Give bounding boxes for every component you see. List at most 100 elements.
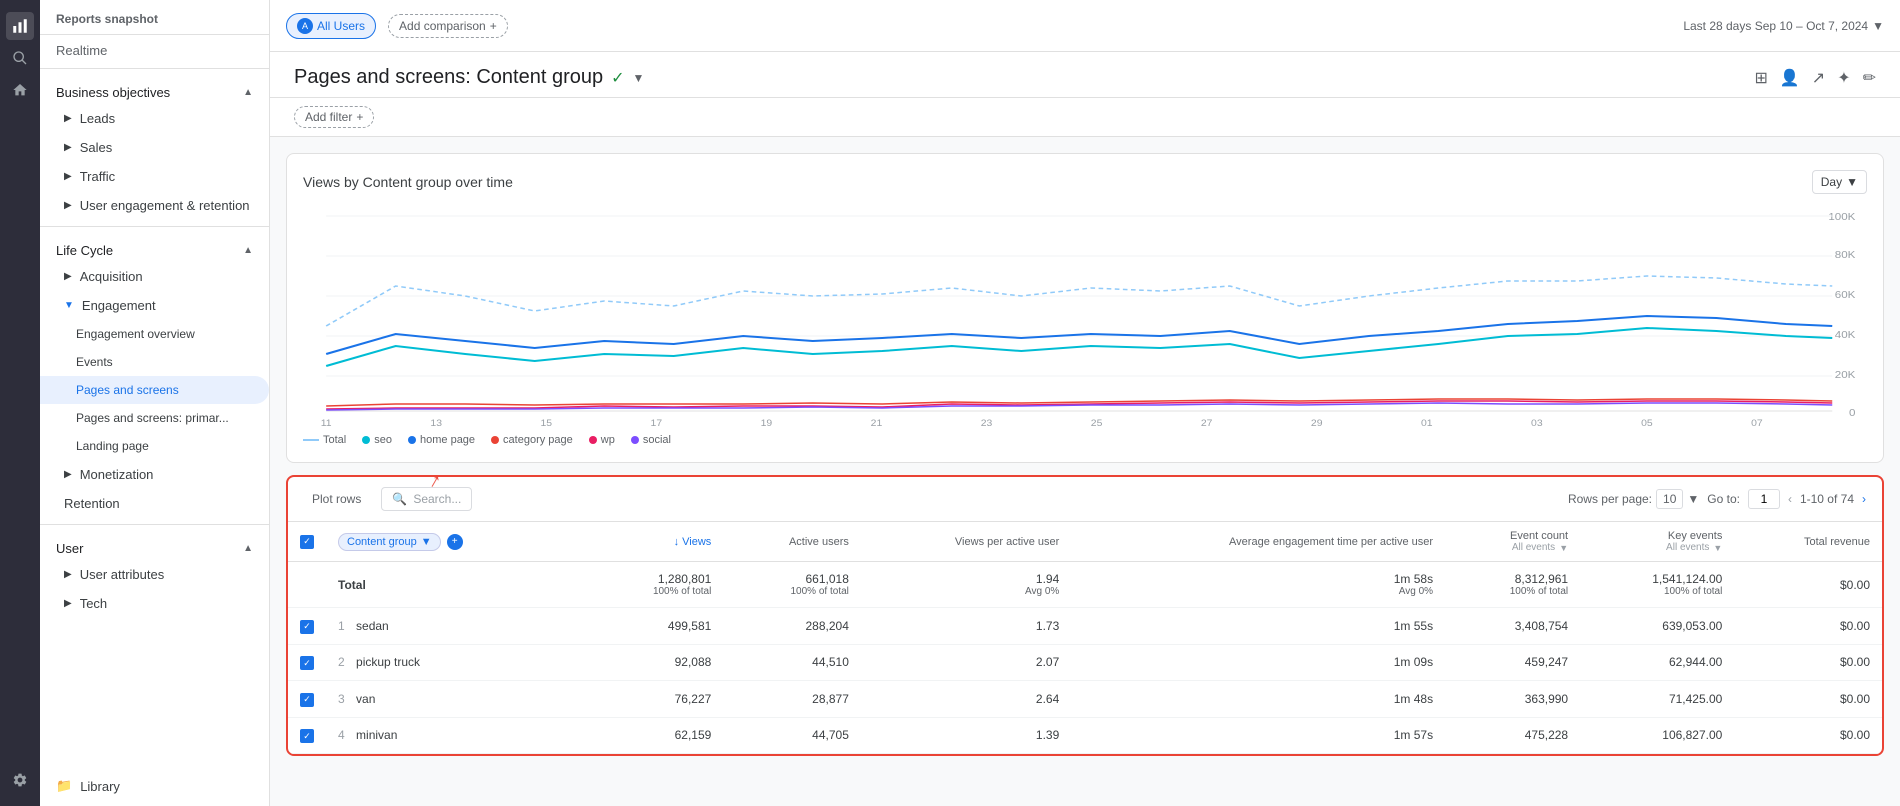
user-items: ▶ User attributes ▶ Tech (40, 560, 269, 618)
reports-snapshot-header[interactable]: Reports snapshot (40, 0, 269, 35)
svg-text:40K: 40K (1835, 330, 1856, 341)
content-group-chip-chevron: ▼ (421, 536, 432, 548)
row2-rank: 2 (338, 655, 345, 669)
row4-checkbox-cell[interactable]: ✓ (288, 717, 326, 754)
business-objectives-section[interactable]: Business objectives ▲ (40, 75, 269, 104)
legend-total[interactable]: Total (303, 434, 346, 446)
lifecycle-chevron: ▲ (243, 245, 253, 256)
sidebar-item-sales[interactable]: ▶ Sales (40, 133, 269, 162)
plot-rows-button[interactable]: Plot rows (304, 488, 369, 510)
views-column-header[interactable]: ↓ Views (588, 522, 723, 562)
page-title: Pages and screens: Content group ✓ ▼ (294, 66, 644, 89)
rows-per-page-control: Rows per page: 10 ▼ (1568, 489, 1699, 509)
all-users-segment-chip[interactable]: A All Users (286, 13, 376, 39)
svg-text:19: 19 (761, 419, 773, 426)
library-item[interactable]: 📁 Library (40, 766, 269, 806)
segment-icon: A (297, 18, 313, 34)
row2-checkbox[interactable]: ✓ (300, 656, 314, 670)
nav-settings-icon[interactable] (6, 766, 34, 794)
row1-checkbox[interactable]: ✓ (300, 620, 314, 634)
nav-home-icon[interactable] (6, 76, 34, 104)
realtime-link[interactable]: Realtime (40, 35, 269, 62)
legend-wp-dot (589, 436, 597, 444)
plus-icon: + (490, 19, 497, 33)
sidebar-item-tech[interactable]: ▶ Tech (40, 589, 269, 618)
legend-seo[interactable]: seo (362, 434, 392, 446)
sidebar-item-engagement[interactable]: ▼ Engagement (40, 291, 269, 320)
sidebar-item-pages-primary[interactable]: Pages and screens: primar... (40, 404, 269, 432)
svg-text:01: 01 (1421, 419, 1433, 426)
row3-revenue: $0.00 (1734, 681, 1882, 718)
row4-key-events: 106,827.00 (1580, 717, 1734, 754)
goto-input[interactable] (1748, 489, 1780, 509)
lifecycle-section[interactable]: Life Cycle ▲ (40, 233, 269, 262)
export-icon[interactable]: ↗ (1812, 68, 1825, 88)
row2-event-count: 459,247 (1445, 644, 1580, 681)
sidebar-item-leads[interactable]: ▶ Leads (40, 104, 269, 133)
svg-text:20K: 20K (1835, 370, 1856, 381)
user-section[interactable]: User ▲ (40, 531, 269, 560)
sidebar-item-traffic[interactable]: ▶ Traffic (40, 162, 269, 191)
sidebar-item-pages-and-screens[interactable]: Pages and screens (40, 376, 269, 404)
legend-category-page[interactable]: category page (491, 434, 573, 446)
main-content: A All Users Add comparison + Last 28 day… (270, 0, 1900, 806)
views-per-active-user-column-header: Views per active user (861, 522, 1071, 562)
row1-label-cell: 1 sedan (326, 608, 588, 645)
row2-views-per-user: 2.07 (861, 644, 1071, 681)
sidebar-item-acquisition[interactable]: ▶ Acquisition (40, 262, 269, 291)
row4-views-per-user: 1.39 (861, 717, 1071, 754)
sidebar-item-landing-page[interactable]: Landing page (40, 432, 269, 460)
page-title-dropdown-icon[interactable]: ▼ (633, 71, 645, 85)
sidebar-item-user-engagement[interactable]: ▶ User engagement & retention (40, 191, 269, 220)
total-revenue-cell: $0.00 (1734, 562, 1882, 608)
event-count-dropdown-icon[interactable]: ▼ (1559, 543, 1568, 553)
select-all-checkbox[interactable]: ✓ (300, 535, 314, 549)
total-avg-engagement-cell: 1m 58s Avg 0% (1071, 562, 1445, 608)
svg-text:80K: 80K (1835, 250, 1856, 261)
svg-text:17: 17 (651, 419, 663, 426)
total-active-users-cell: 661,018 100% of total (723, 562, 861, 608)
legend-social-dot (631, 436, 639, 444)
row1-checkbox-cell[interactable]: ✓ (288, 608, 326, 645)
add-filter-button[interactable]: Add filter + (294, 106, 374, 128)
row2-revenue: $0.00 (1734, 644, 1882, 681)
row3-label-cell: 3 van (326, 681, 588, 718)
search-box[interactable]: 🔍 Search... (381, 487, 472, 511)
insights-icon[interactable]: ✦ (1837, 68, 1850, 88)
sidebar-item-engagement-overview[interactable]: Engagement overview (40, 320, 269, 348)
chart-granularity-dropdown[interactable]: Day ▼ (1812, 170, 1867, 194)
table-pagination: Rows per page: 10 ▼ Go to: ‹ 1-10 of 74 … (1568, 489, 1866, 509)
svg-text:15: 15 (541, 419, 553, 426)
total-row: Total 1,280,801 100% of total 661,018 10… (288, 562, 1882, 608)
row3-checkbox[interactable]: ✓ (300, 693, 314, 707)
sidebar-item-monetization[interactable]: ▶ Monetization (40, 460, 269, 489)
sidebar-item-retention[interactable]: Retention (40, 489, 269, 518)
pagination-prev-button[interactable]: ‹ (1788, 492, 1792, 506)
legend-homepage[interactable]: home page (408, 434, 475, 446)
pagination-next-button[interactable]: › (1862, 492, 1866, 506)
pagination-info: 1-10 of 74 (1800, 492, 1854, 506)
row4-revenue: $0.00 (1734, 717, 1882, 754)
compare-icon[interactable]: ⊞ (1754, 68, 1767, 88)
sidebar-item-user-attributes[interactable]: ▶ User attributes (40, 560, 269, 589)
legend-wp[interactable]: wp (589, 434, 615, 446)
sidebar-item-events[interactable]: Events (40, 348, 269, 376)
add-comparison-button[interactable]: Add comparison + (388, 14, 508, 38)
row3-checkbox-cell[interactable]: ✓ (288, 681, 326, 718)
key-events-dropdown-icon[interactable]: ▼ (1713, 543, 1722, 553)
row4-rank: 4 (338, 728, 345, 742)
legend-social[interactable]: social (631, 434, 671, 446)
nav-search-icon[interactable] (6, 44, 34, 72)
share-icon[interactable]: 👤 (1780, 68, 1800, 88)
row2-checkbox-cell[interactable]: ✓ (288, 644, 326, 681)
select-all-header[interactable]: ✓ (288, 522, 326, 562)
table-row: ✓ 4 minivan 62,159 44,705 1.39 1m 57s 47… (288, 717, 1882, 754)
content-group-chip[interactable]: Content group ▼ (338, 533, 441, 551)
nav-analytics-icon[interactable] (6, 12, 34, 40)
date-range[interactable]: Last 28 days Sep 10 – Oct 7, 2024 ▼ (1683, 19, 1884, 33)
add-dimension-button[interactable]: + (447, 534, 463, 550)
edit-icon[interactable]: ✏ (1863, 68, 1876, 88)
row4-checkbox[interactable]: ✓ (300, 729, 314, 743)
row1-key-events: 639,053.00 (1580, 608, 1734, 645)
row3-views: 76,227 (588, 681, 723, 718)
